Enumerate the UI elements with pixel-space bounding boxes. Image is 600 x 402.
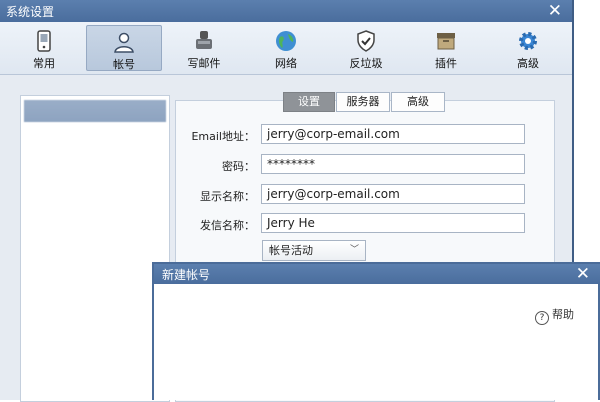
chevron-down-icon: ﹀ [349,245,359,255]
user-icon [114,32,134,53]
toolbar-label-antispam: 反垃圾 [349,57,383,70]
help-label: 帮助 [552,308,574,321]
close-icon[interactable]: ✕ [548,0,562,22]
account-status-dropdown[interactable]: 帐号活动 ﹀ [262,240,366,261]
toolbar-item-advanced[interactable]: 高级 [490,25,566,71]
dialog-title: 新建帐号 [162,268,211,282]
toolbar-label-plugins: 插件 [435,57,457,70]
settings-titlebar: 系统设置 ✕ [0,0,572,22]
password-field[interactable]: ******** [261,154,525,174]
phone-icon [37,30,51,52]
pen-icon [196,31,212,49]
toolbar-item-antispam[interactable]: 反垃圾 [328,25,404,71]
tab-server[interactable]: 服务器 [336,92,390,112]
account-list [20,95,170,402]
toolbar-item-account[interactable]: 帐号 [86,25,162,71]
shield-icon [357,30,375,52]
toolbar-label-advanced: 高级 [517,57,539,70]
toolbar-label-general: 常用 [33,57,55,70]
window-title: 系统设置 [6,5,55,19]
toolbar-item-compose[interactable]: 写邮件 [166,25,242,71]
display-name-label: 显示名称： [200,190,255,203]
help-button[interactable]: ? 帮助 [535,306,574,325]
tab-settings[interactable]: 设置 [283,92,335,112]
password-label: 密码： [222,160,255,173]
display-name-field[interactable]: jerry@corp-email.com [261,184,525,204]
toolbar-item-plugins[interactable]: 插件 [408,25,484,71]
new-account-titlebar: 新建帐号 ✕ [154,264,600,284]
toolbar-label-account: 帐号 [113,58,135,71]
gear-icon [519,32,537,50]
email-label: Email地址： [191,130,255,143]
sender-name-field[interactable]: Jerry He [261,213,525,233]
box-icon [437,33,455,50]
dialog-close-icon[interactable]: ✕ [576,263,590,285]
account-status-value: 帐号活动 [269,244,313,257]
tab-advanced[interactable]: 高级 [391,92,445,112]
account-list-item-selected[interactable] [24,100,166,122]
toolbar-label-network: 网络 [275,57,297,70]
help-icon: ? [535,311,549,325]
new-account-dialog: 新建帐号 ✕ ? 帮助 [152,262,600,400]
globe-icon [276,31,296,51]
settings-toolbar: 常用 帐号 写邮件 网络 反垃圾 插件 高级 [0,22,572,75]
toolbar-label-compose: 写邮件 [187,57,221,70]
email-field[interactable]: jerry@corp-email.com [261,124,525,144]
sender-name-label: 发信名称： [200,219,255,232]
toolbar-item-network[interactable]: 网络 [248,25,324,71]
toolbar-item-general[interactable]: 常用 [6,25,82,71]
